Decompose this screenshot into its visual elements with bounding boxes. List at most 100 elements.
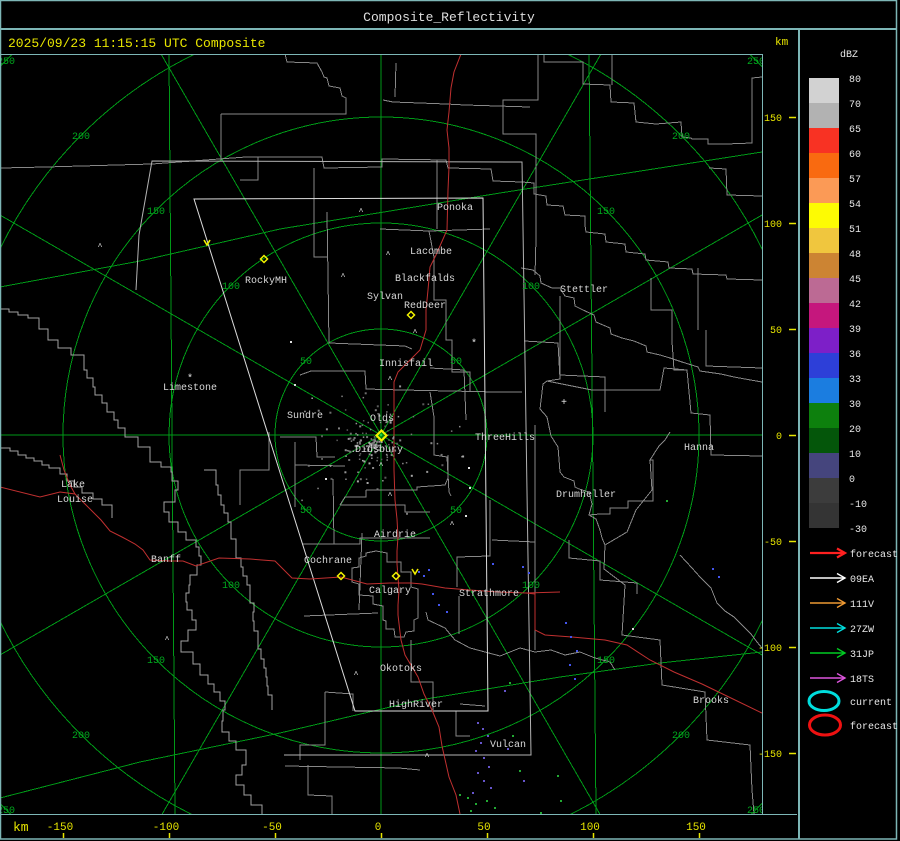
svg-text:18TS: 18TS [850,675,874,686]
svg-text:0: 0 [375,822,382,834]
svg-text:^: ^ [425,753,430,762]
svg-text:^: ^ [379,462,384,471]
svg-text:150: 150 [764,114,782,125]
svg-text:-30: -30 [849,525,867,536]
svg-text:57: 57 [849,175,861,186]
svg-text:Olds: Olds [370,413,394,425]
svg-text:Stettler: Stettler [560,284,608,296]
svg-text:Ponoka: Ponoka [437,202,473,214]
svg-text:^: ^ [341,273,346,282]
svg-text:HighRiver: HighRiver [389,699,443,711]
svg-text:100: 100 [222,282,240,293]
svg-text:-150: -150 [758,750,782,761]
svg-text:0: 0 [776,432,782,443]
svg-text:ThreeHills: ThreeHills [475,432,535,444]
svg-text:Didsbury: Didsbury [355,444,403,456]
svg-text:48: 48 [849,250,861,261]
svg-text:*: * [471,338,477,350]
svg-text:09EA: 09EA [850,575,874,586]
svg-text:Calgary: Calgary [369,585,411,597]
svg-text:RockyMH: RockyMH [245,275,287,287]
svg-text:200: 200 [672,132,690,143]
svg-text:70: 70 [849,100,861,111]
svg-text:60: 60 [849,150,861,161]
svg-text:-100: -100 [153,822,179,834]
svg-text:2025/09/23 11:15:15 UTC Compos: 2025/09/23 11:15:15 UTC Composite [8,36,265,51]
svg-text:100: 100 [222,581,240,592]
svg-text:150: 150 [147,656,165,667]
svg-text:-50: -50 [764,538,782,549]
svg-text:Vulcan: Vulcan [490,739,526,751]
svg-text:Louise: Louise [57,494,93,506]
svg-text:200: 200 [72,132,90,143]
svg-text:31JP: 31JP [850,650,874,661]
svg-text:80: 80 [849,75,861,86]
svg-text:0: 0 [849,475,855,486]
svg-text:^: ^ [388,492,393,501]
svg-text:30: 30 [849,400,861,411]
svg-text:111V: 111V [850,600,874,611]
svg-text:current: current [850,698,892,709]
svg-text:Sylvan: Sylvan [367,291,403,303]
svg-text:^: ^ [450,521,455,530]
svg-text:Lake: Lake [61,479,85,491]
svg-text:Blackfalds: Blackfalds [395,273,455,285]
svg-text:Hanna: Hanna [684,443,714,454]
svg-text:65: 65 [849,125,861,136]
svg-text:Lacombe: Lacombe [410,246,452,258]
svg-text:km: km [775,37,789,49]
svg-text:Composite_Reflectivity: Composite_Reflectivity [363,10,535,25]
svg-text:km: km [13,820,29,835]
svg-text:50: 50 [300,506,312,517]
svg-text:100: 100 [522,282,540,293]
svg-text:50: 50 [450,506,462,517]
svg-text:^: ^ [413,329,418,338]
svg-text:Banff: Banff [151,554,181,566]
svg-text:Cochrane: Cochrane [304,555,352,567]
svg-text:^: ^ [165,636,170,645]
svg-text:dBZ: dBZ [840,49,858,61]
svg-text:250: 250 [0,57,15,68]
svg-text:forecast: forecast [850,549,898,561]
svg-text:50: 50 [450,357,462,368]
svg-text:Okotoks: Okotoks [380,663,422,675]
svg-text:20: 20 [849,425,861,436]
svg-text:^: ^ [359,208,364,217]
svg-text:Drumheller: Drumheller [556,489,616,501]
svg-text:-10: -10 [849,500,867,511]
svg-text:150: 150 [147,207,165,218]
svg-text:27ZW: 27ZW [850,625,874,636]
svg-text:100: 100 [580,822,600,834]
svg-text:Sundre: Sundre [287,410,323,422]
svg-text:-100: -100 [758,644,782,655]
svg-text:Airdrie: Airdrie [374,529,416,541]
svg-text:-50: -50 [262,822,282,834]
svg-text:200: 200 [672,731,690,742]
svg-text:150: 150 [597,656,615,667]
svg-text:39: 39 [849,325,861,336]
svg-text:200: 200 [72,731,90,742]
svg-text:*: * [187,373,193,385]
svg-text:54: 54 [849,200,861,211]
svg-text:42: 42 [849,300,861,311]
svg-text:51: 51 [849,225,861,236]
svg-text:100: 100 [522,581,540,592]
svg-text:150: 150 [686,822,706,834]
svg-text:^: ^ [354,671,359,680]
svg-text:Brooks: Brooks [693,695,729,707]
svg-text:^: ^ [98,243,103,252]
svg-text:^: ^ [386,251,391,260]
svg-text:+: + [561,398,567,409]
svg-text:100: 100 [764,220,782,231]
svg-text:50: 50 [770,326,782,337]
svg-text:50: 50 [477,822,490,834]
svg-text:10: 10 [849,450,861,461]
svg-text:Innisfail: Innisfail [379,358,433,370]
svg-text:forecast: forecast [850,721,898,733]
svg-text:45: 45 [849,275,861,286]
svg-text:150: 150 [597,207,615,218]
svg-text:Strathmore: Strathmore [459,588,519,600]
svg-text:^: ^ [388,376,393,385]
svg-text:RedDeer: RedDeer [404,300,446,312]
svg-text:33: 33 [849,375,861,386]
